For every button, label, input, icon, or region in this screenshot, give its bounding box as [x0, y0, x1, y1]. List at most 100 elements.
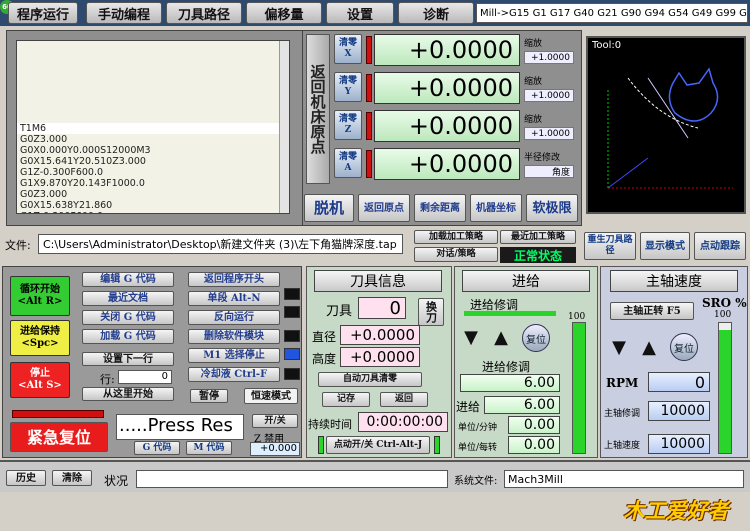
feed-down-icon[interactable]: ▼	[460, 326, 482, 348]
axis-letter: Y	[344, 87, 352, 97]
dwell-label: 持续时间	[308, 418, 352, 431]
machine-coords-button[interactable]: 机器坐标	[470, 194, 522, 222]
pause-button[interactable]: 暂停	[190, 389, 228, 403]
line-label: 行:	[100, 373, 115, 386]
feed-reset-button[interactable]: 复位	[522, 324, 550, 352]
spindle-cw-button[interactable]: 主轴正转 F5	[610, 302, 694, 320]
tool-change-button[interactable]: 换刀	[418, 298, 444, 326]
emergency-reset-button[interactable]: 紧急复位	[10, 422, 108, 452]
brand-logo: 木工爱好者	[623, 498, 729, 523]
regen-toolpath-button[interactable]: 重生刀具路径	[584, 232, 636, 260]
toolpath-view[interactable]: Tool:0	[586, 36, 746, 214]
dro-z[interactable]: +0.0000	[374, 110, 520, 142]
load-gcode-button[interactable]: 加载 G 代码	[82, 329, 174, 344]
jog-follow-button[interactable]: 点动跟踪	[694, 232, 746, 260]
m-codes-button[interactable]: M 代码	[186, 441, 232, 455]
feed-override-bar	[464, 311, 556, 316]
tab-mdi[interactable]: 手动编程	[86, 2, 162, 24]
dro-x[interactable]: +0.0000	[374, 34, 520, 66]
tool-number-field[interactable]: 0	[358, 297, 406, 319]
run-time-field: 0:00:00:00	[358, 412, 448, 432]
z-inhibit-value[interactable]: +0.000	[250, 442, 300, 456]
rewind-button[interactable]: 返回程序开头	[188, 272, 280, 287]
scale-a: 角度	[524, 165, 574, 178]
return-button[interactable]: 返回	[380, 392, 428, 407]
file-path-field: C:\Users\Administrator\Desktop\新建文件夹 (3)…	[38, 234, 403, 254]
scale-z[interactable]: +1.0000	[524, 127, 574, 140]
edit-gcode-button[interactable]: 编辑 G 代码	[82, 272, 174, 287]
single-block-button[interactable]: 单段 Alt-N	[188, 291, 280, 306]
jog-toggle-button[interactable]: 点动开/关 Ctrl-Alt-J	[326, 436, 430, 454]
feed-label: 进给	[456, 400, 481, 414]
tab-toolpath[interactable]: 刀具路径	[166, 2, 242, 24]
block-delete-button[interactable]: 删除软件模块	[188, 329, 280, 344]
offline-button[interactable]: 脱机	[304, 194, 354, 222]
reverse-run-button[interactable]: 反向运行	[188, 310, 280, 325]
spindle-up-icon[interactable]: ▲	[638, 336, 660, 358]
gcode-line: G0X15.638Y21.860	[20, 200, 113, 211]
dist-to-go-button[interactable]: 剩余距离	[414, 194, 466, 222]
zero-z-button[interactable]: 清零 Z	[334, 110, 362, 140]
stop-button[interactable]: 停止 <Alt S>	[10, 362, 70, 398]
spindle-reset-button[interactable]: 复位	[670, 333, 698, 361]
spindle-override-field[interactable]: 10000	[648, 401, 710, 421]
axis-letter: Z	[344, 125, 352, 135]
scale-y[interactable]: +1.0000	[524, 89, 574, 102]
dialog-strategy-button[interactable]: 对话/策略	[414, 247, 498, 262]
height-field[interactable]: +0.0000	[340, 347, 420, 367]
cycle-start-label: 循环开始	[20, 284, 60, 295]
optional-stop-button[interactable]: M1 选择停止	[188, 348, 280, 363]
tab-program-run[interactable]: 程序运行	[8, 2, 78, 24]
soft-limits-button[interactable]: 软极限	[526, 194, 578, 222]
axis-x-ref-led	[366, 36, 372, 64]
zero-label: 清零	[338, 114, 357, 124]
feed-rate-field[interactable]: 6.00	[484, 396, 560, 414]
feed-up-icon[interactable]: ▲	[490, 326, 512, 348]
dro-y[interactable]: +0.0000	[374, 72, 520, 104]
tab-bar: 60 程序运行 手动编程 刀具路径 偏移量 设置 诊断 Mill->G15 G1…	[0, 0, 750, 26]
feed-hold-button[interactable]: 进给保持 <Spc>	[10, 320, 70, 356]
status-bar: 历史 清除 状况 系统文件: Mach3Mill	[0, 460, 750, 492]
zero-x-button[interactable]: 清零 X	[334, 34, 362, 64]
remember-button[interactable]: 记存	[322, 392, 370, 407]
ref-home-label[interactable]: 返回机床原点	[306, 34, 330, 184]
recent-strategy-button[interactable]: 最近加工策略	[500, 230, 576, 244]
diameter-field[interactable]: +0.0000	[340, 325, 420, 345]
rpm-field: 0	[648, 372, 710, 392]
load-strategy-button[interactable]: 加载加工策略	[414, 230, 498, 244]
tab-settings[interactable]: 设置	[326, 2, 394, 24]
constant-velocity-button[interactable]: 恒速模式	[244, 388, 298, 404]
feed-override-field[interactable]: 6.00	[460, 374, 560, 392]
gcode-listing[interactable]: T1M6 G0Z3.000 G0X0.000Y0.000S12000M3 G0X15.…	[16, 40, 290, 214]
display-mode-button[interactable]: 显示模式	[640, 232, 690, 260]
recent-file-button[interactable]: 最近文档	[82, 291, 174, 306]
gcode-scrollbar[interactable]	[279, 41, 289, 213]
scale-x[interactable]: +1.0000	[524, 51, 574, 64]
dro-a[interactable]: +0.0000	[374, 148, 520, 180]
run-from-here-button[interactable]: 从这里开始	[82, 387, 174, 401]
auto-tool-zero-button[interactable]: 自动刀具清零	[318, 372, 422, 387]
spindle-override-label: 主轴修调	[604, 409, 641, 419]
set-next-line-button[interactable]: 设置下一行	[82, 352, 174, 366]
close-gcode-button[interactable]: 关闭 G 代码	[82, 310, 174, 325]
z-inhibit-toggle[interactable]: 开/关	[252, 414, 298, 428]
tab-diagnostics[interactable]: 诊断	[398, 2, 474, 24]
gcode-line: T1M6	[17, 123, 289, 134]
axis-y-ref-led	[366, 74, 372, 102]
history-button[interactable]: 历史	[6, 470, 46, 486]
status-field	[136, 470, 448, 488]
line-number-field[interactable]: 0	[118, 370, 172, 384]
g-codes-button[interactable]: G 代码	[134, 441, 180, 455]
tab-offsets[interactable]: 偏移量	[246, 2, 322, 24]
cycle-start-button[interactable]: 循环开始 <Alt R>	[10, 276, 70, 316]
zero-y-button[interactable]: 清零 Y	[334, 72, 362, 102]
spindle-down-icon[interactable]: ▼	[608, 336, 630, 358]
ref-all-button[interactable]: 返回原点	[358, 194, 410, 222]
zero-label: 清零	[338, 152, 357, 162]
coolant-button[interactable]: 冷却液 Ctrl-F	[188, 367, 280, 382]
reverse-run-led	[284, 306, 300, 318]
zero-a-button[interactable]: 清零 A	[334, 148, 362, 178]
spindle-speed-field[interactable]: 10000	[648, 434, 710, 454]
clear-button[interactable]: 清除	[52, 470, 92, 486]
scale-label-a: 半径修改	[524, 153, 561, 163]
